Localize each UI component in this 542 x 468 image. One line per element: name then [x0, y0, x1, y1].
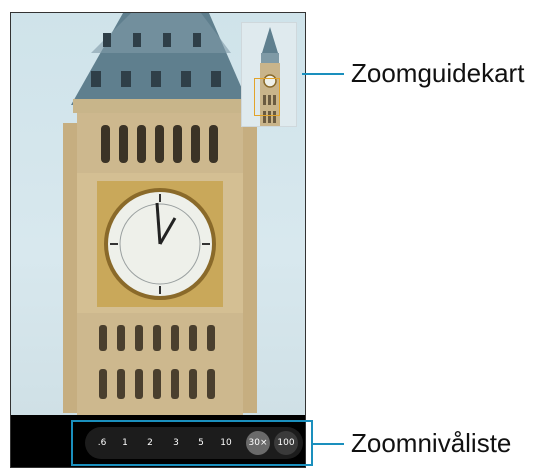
zoom-guide-map: [241, 22, 297, 127]
zoom-list-highlight: [71, 420, 313, 466]
zoom-list-callout-line: [313, 443, 344, 445]
guide-map-label: Zoomguidekart: [351, 58, 525, 88]
zoom-area-frame: [254, 78, 280, 116]
zoom-list-label: Zoomnivåliste: [351, 428, 512, 458]
guide-map-callout-line: [302, 73, 344, 75]
